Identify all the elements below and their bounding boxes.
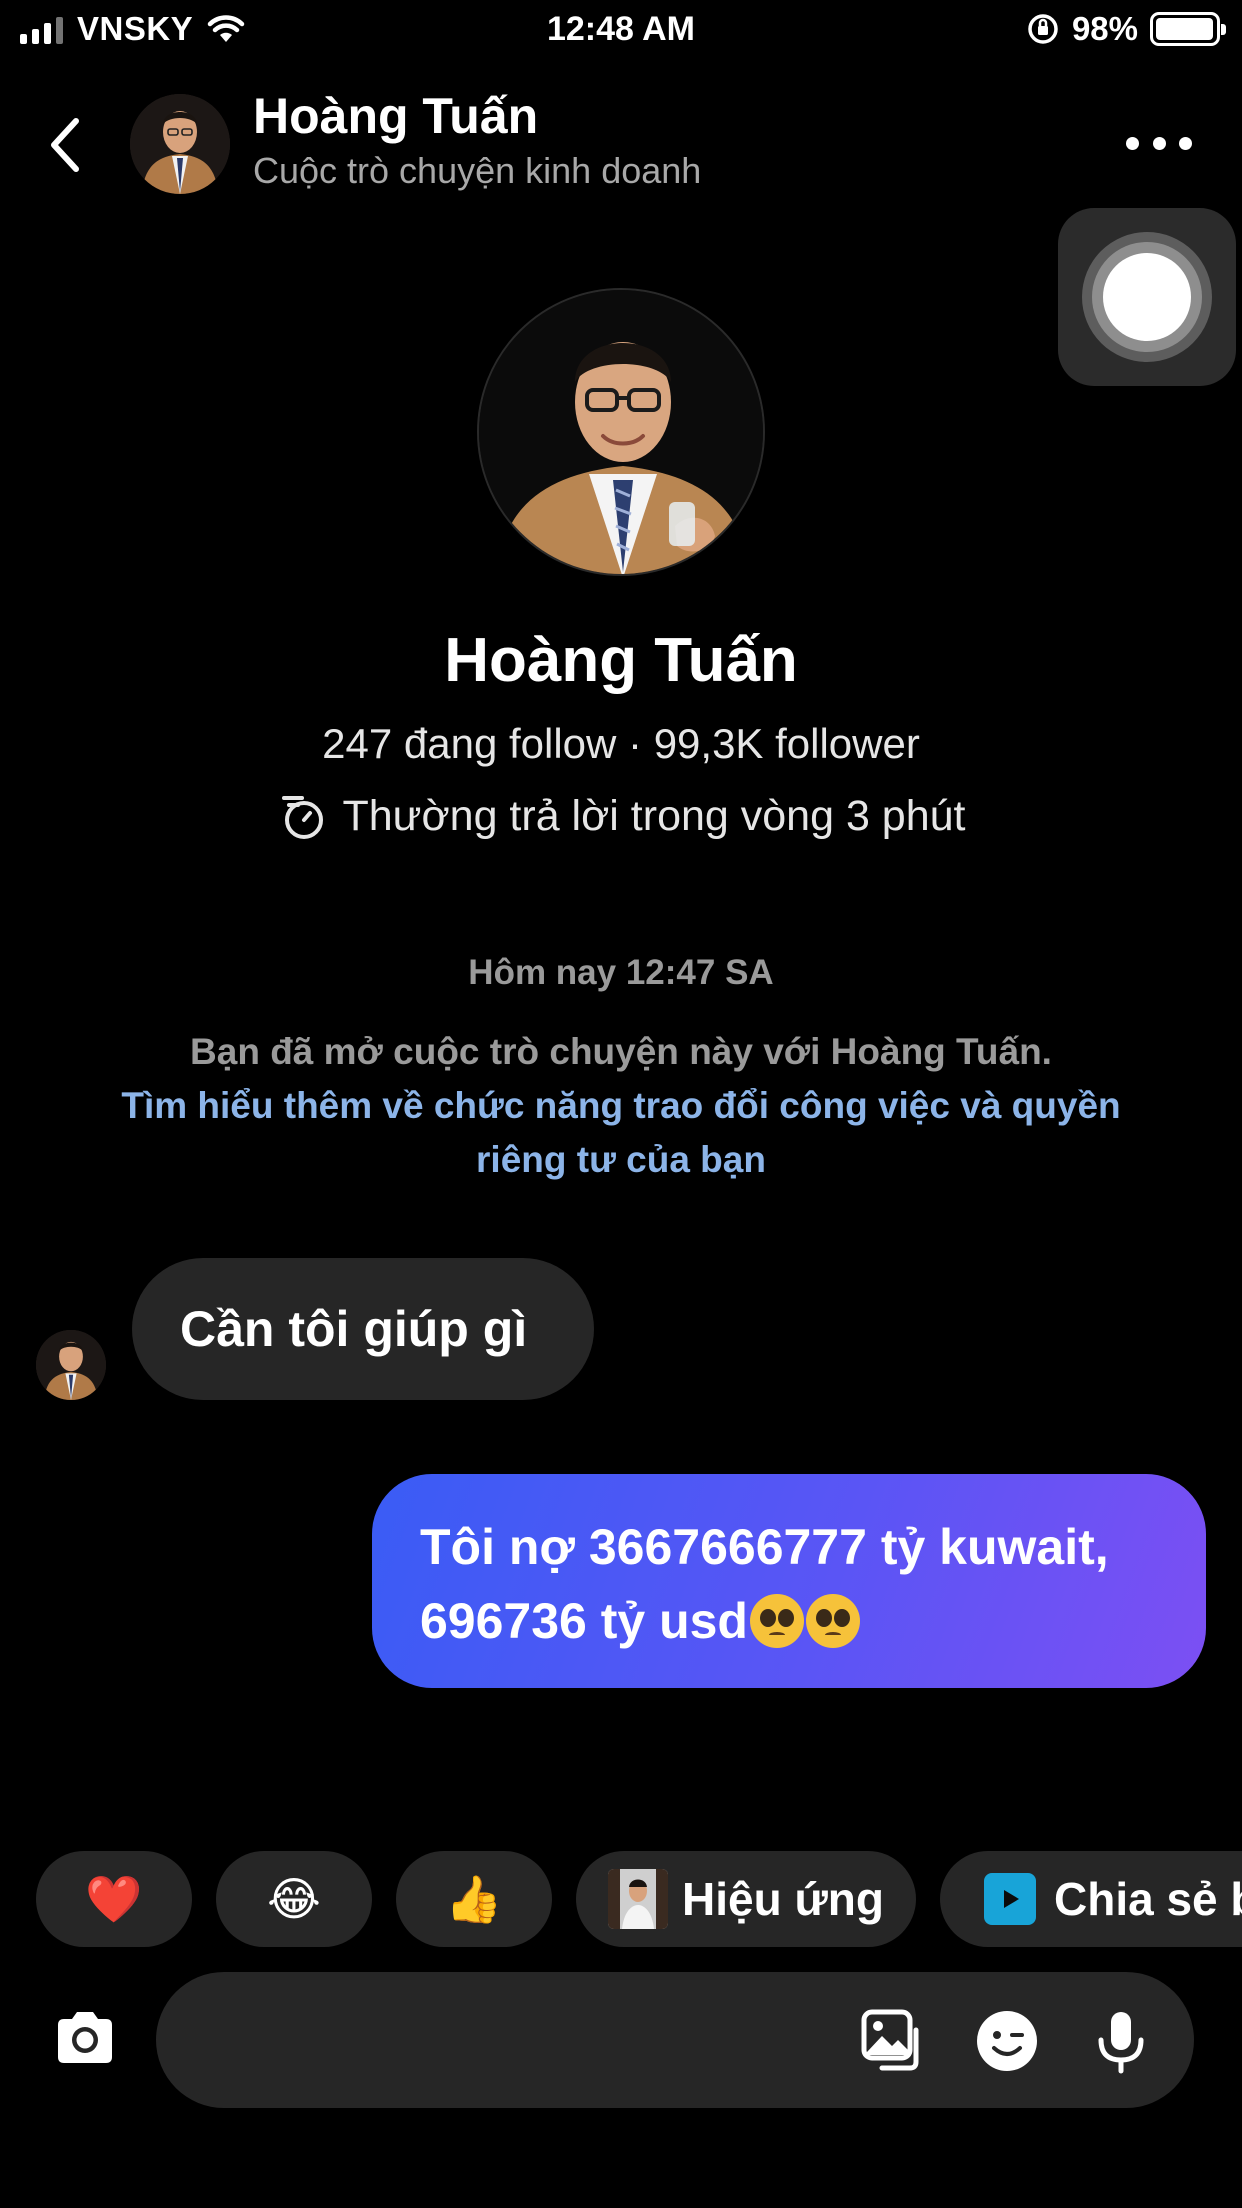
profile-name: Hoàng Tuấn xyxy=(444,626,798,695)
quick-heart-button[interactable]: ❤️ xyxy=(36,1851,192,1947)
conversation-timestamp: Hôm nay 12:47 SA xyxy=(468,953,774,992)
profile-photo[interactable] xyxy=(477,288,765,576)
outgoing-message-line: Tôi nợ 3667666777 tỷ kuwait, xyxy=(420,1519,1109,1575)
assistive-ring-inner xyxy=(1092,242,1202,352)
more-dot-icon xyxy=(1126,136,1139,150)
laughing-emoji-icon: 😂 xyxy=(267,1873,321,1925)
quick-reactions-row: ❤️ 😂 👍 Hiệu ứng Chia sẻ b xyxy=(36,1851,1242,1947)
assistive-touch-button[interactable] xyxy=(1058,208,1236,386)
orientation-lock-icon xyxy=(1028,14,1058,44)
camera-icon xyxy=(58,2012,112,2063)
status-right: 98% xyxy=(1026,10,1226,48)
microphone-icon xyxy=(1098,2012,1144,2074)
outgoing-message-text: 696736 tỷ usd xyxy=(420,1593,748,1649)
privacy-learn-more-link[interactable]: Tìm hiểu thêm về chức năng trao đổi công… xyxy=(100,1079,1142,1187)
effects-thumbnail-icon xyxy=(608,1869,669,1929)
header-subtitle: Cuộc trò chuyện kinh doanh xyxy=(253,150,702,191)
message-composer xyxy=(156,1972,1194,2108)
pleading-face-emoji-icon xyxy=(749,1594,804,1648)
more-dot-icon xyxy=(1179,136,1192,150)
share-label: Chia sẻ b xyxy=(1054,1873,1242,1925)
battery-percent: 98% xyxy=(1071,10,1138,47)
more-options-button[interactable] xyxy=(1126,128,1192,158)
effects-button[interactable]: Hiệu ứng xyxy=(576,1851,916,1947)
effects-label: Hiệu ứng xyxy=(682,1873,884,1925)
profile-reply-time: Thường trả lời trong vòng 3 phút xyxy=(0,790,1242,842)
share-play-icon xyxy=(984,1873,1036,1925)
incoming-message-bubble[interactable]: Cần tôi giúp gì xyxy=(132,1258,594,1400)
battery-icon xyxy=(1150,12,1226,46)
header-text[interactable]: Hoàng Tuấn Cuộc trò chuyện kinh doanh xyxy=(253,86,701,196)
sticker-icon xyxy=(977,2011,1037,2071)
assistive-core xyxy=(1103,253,1191,341)
chat-screen: VNSKY 12:48 AM 98% Hoàng Tuấn Cuộc trò c… xyxy=(0,0,1242,2208)
status-bar: VNSKY 12:48 AM 98% xyxy=(0,0,1242,62)
thumbs-up-emoji-icon: 👍 xyxy=(445,1872,503,1925)
pleading-face-emoji-icon xyxy=(805,1594,860,1648)
back-button[interactable] xyxy=(40,110,90,180)
business-chat-notice: Bạn đã mở cuộc trò chuyện này với Hoàng … xyxy=(100,1025,1142,1187)
header-name: Hoàng Tuấn xyxy=(253,88,539,144)
outgoing-message-line: 696736 tỷ usd xyxy=(420,1584,1166,1658)
avatar-portrait xyxy=(130,94,230,194)
notice-text: Bạn đã mở cuộc trò chuyện này với Hoàng … xyxy=(190,1031,1052,1072)
quick-like-button[interactable]: 👍 xyxy=(396,1851,552,1947)
gallery-icon xyxy=(861,2009,919,2071)
stopwatch-icon xyxy=(282,796,324,839)
sticker-button[interactable] xyxy=(972,2006,1042,2076)
assistive-ring xyxy=(1082,232,1212,362)
sender-portrait xyxy=(36,1330,106,1400)
quick-laugh-button[interactable]: 😂 xyxy=(216,1851,372,1947)
chevron-left-icon xyxy=(51,118,79,172)
header-avatar[interactable] xyxy=(130,94,230,194)
heart-emoji-icon: ❤️ xyxy=(85,1872,143,1925)
incoming-message-text: Cần tôi giúp gì xyxy=(180,1301,528,1357)
gallery-button[interactable] xyxy=(858,2006,928,2076)
outgoing-message-bubble[interactable]: Tôi nợ 3667666777 tỷ kuwait, 696736 tỷ u… xyxy=(372,1474,1206,1688)
more-dot-icon xyxy=(1152,136,1166,150)
message-input[interactable] xyxy=(196,2002,796,2078)
camera-button[interactable] xyxy=(50,2003,120,2073)
microphone-button[interactable] xyxy=(1086,2006,1156,2076)
battery-level xyxy=(1156,18,1213,40)
share-button[interactable]: Chia sẻ b xyxy=(940,1851,1242,1947)
profile-portrait xyxy=(479,290,763,574)
sender-avatar[interactable] xyxy=(36,1330,106,1400)
profile-follow-stats: 247 đang follow · 99,3K follower xyxy=(322,720,920,767)
reply-time-text: Thường trả lời trong vòng 3 phút xyxy=(342,791,966,840)
chat-header: Hoàng Tuấn Cuộc trò chuyện kinh doanh xyxy=(0,80,1242,210)
